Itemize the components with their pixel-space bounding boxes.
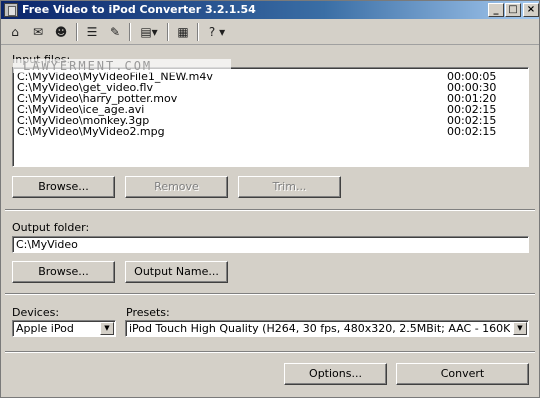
- toolbar: ⌂ ✉ ☻ ☰ ✎ ▤▾ ▦ ? ▾: [1, 19, 539, 45]
- input-browse-button[interactable]: Browse...: [12, 176, 115, 198]
- user-icon[interactable]: ☻: [50, 22, 72, 42]
- minimize-button[interactable]: _: [488, 3, 504, 17]
- toolbar-separator: [167, 23, 169, 41]
- list-icon[interactable]: ☰: [81, 22, 103, 42]
- chevron-down-icon[interactable]: ▼: [513, 322, 527, 335]
- list-item[interactable]: C:\MyVideo\MyVideo2.mpg 00:02:15: [17, 126, 522, 137]
- home-icon[interactable]: ⌂: [4, 22, 26, 42]
- help-icon[interactable]: ? ▾: [202, 22, 232, 42]
- section-divider: [5, 209, 535, 211]
- output-folder-input[interactable]: C:\MyVideo: [12, 236, 529, 253]
- input-files-list[interactable]: C:\MyVideo\MyVideoFile1_NEW.m4v 00:00:05 …: [12, 67, 529, 167]
- app-icon: [4, 3, 18, 17]
- remove-button[interactable]: Remove: [125, 176, 228, 198]
- output-folder-label: Output folder:: [12, 221, 90, 234]
- section-divider: [5, 293, 535, 295]
- close-button[interactable]: ×: [523, 3, 539, 17]
- output-browse-button[interactable]: Browse...: [12, 261, 115, 283]
- devices-label: Devices:: [12, 306, 60, 319]
- film-icon[interactable]: ▦: [172, 22, 194, 42]
- devices-select[interactable]: Apple iPod ▼: [12, 320, 116, 337]
- presets-select[interactable]: iPod Touch High Quality (H264, 30 fps, 4…: [125, 320, 529, 337]
- trim-button[interactable]: Trim...: [238, 176, 341, 198]
- options-button[interactable]: Options...: [284, 363, 387, 385]
- toolbar-separator: [129, 23, 131, 41]
- window-menu-icon[interactable]: ▤▾: [134, 22, 164, 42]
- title-bar: Free Video to iPod Converter 3.2.1.54 _ …: [1, 1, 539, 19]
- presets-label: Presets:: [126, 306, 170, 319]
- maximize-button[interactable]: □: [505, 3, 521, 17]
- window-title: Free Video to iPod Converter 3.2.1.54: [22, 3, 256, 16]
- presets-selected-value: iPod Touch High Quality (H264, 30 fps, 4…: [129, 322, 510, 335]
- toolbar-separator: [76, 23, 78, 41]
- output-name-button[interactable]: Output Name...: [125, 261, 228, 283]
- toolbar-separator: [197, 23, 199, 41]
- section-divider: [5, 351, 535, 353]
- pencil-icon[interactable]: ✎: [104, 22, 126, 42]
- mail-icon[interactable]: ✉: [27, 22, 49, 42]
- main-window: Free Video to iPod Converter 3.2.1.54 _ …: [0, 0, 540, 398]
- chevron-down-icon[interactable]: ▼: [100, 322, 114, 335]
- devices-selected-value: Apple iPod: [16, 322, 74, 335]
- convert-button[interactable]: Convert: [396, 363, 529, 385]
- watermark: LAWYERMENT.COM: [13, 59, 231, 73]
